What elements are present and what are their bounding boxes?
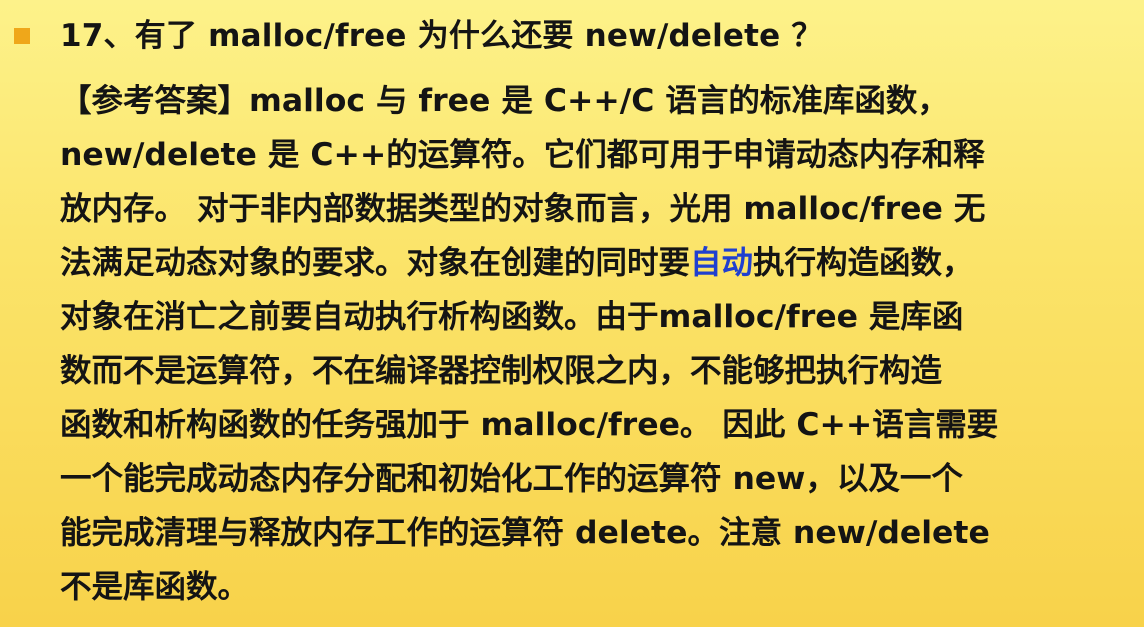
answer-line-9: 能完成清理与释放内存工作的运算符 delete。注意 new/delete	[60, 515, 990, 551]
bullet-square-icon	[14, 28, 30, 44]
answer-paragraph: 【参考答案】malloc 与 free 是 C++/C 语言的标准库函数， ne…	[60, 74, 1120, 614]
highlighted-word: 自动	[690, 245, 754, 281]
question-text: 有了 malloc/free 为什么还要 new/delete ？	[134, 18, 823, 54]
answer-line-1: 【参考答案】malloc 与 free 是 C++/C 语言的标准库函数，	[60, 74, 1120, 128]
answer-line-3: 放内存。 对于非内部数据类型的对象而言，光用 malloc/free 无	[60, 191, 986, 227]
answer-line-10: 不是库函数。	[60, 569, 250, 605]
answer-line-4: 法满足动态对象的要求。对象在创建的同时要自动执行构造函数，	[60, 236, 1120, 290]
answer-line-4-tail: 执行构造函数，	[753, 245, 974, 281]
answer-line-8: 一个能完成动态内存分配和初始化工作的运算符 new，以及一个	[60, 461, 963, 497]
answer-line-4-text: 法满足动态对象的要求。对象在创建的同时要	[60, 245, 691, 281]
answer-line-1-text: malloc 与 free 是 C++/C 语言的标准库函数，	[249, 83, 949, 119]
slide: 17、有了 malloc/free 为什么还要 new/delete ？ 【参考…	[0, 0, 1144, 627]
answer-line-2: new/delete 是 C++的运算符。它们都可用于申请动态内存和释	[60, 137, 985, 173]
answer-line-6: 数而不是运算符，不在编译器控制权限之内，不能够把执行构造	[60, 353, 943, 389]
answer-line-5: 对象在消亡之前要自动执行析构函数。由于malloc/free 是库函	[60, 299, 964, 335]
question-number: 17、	[60, 18, 135, 54]
question-heading: 17、有了 malloc/free 为什么还要 new/delete ？	[60, 12, 1130, 60]
answer-line-7: 函数和析构函数的任务强加于 malloc/free。 因此 C++语言需要	[60, 407, 999, 443]
answer-label: 【参考答案】	[60, 83, 250, 119]
